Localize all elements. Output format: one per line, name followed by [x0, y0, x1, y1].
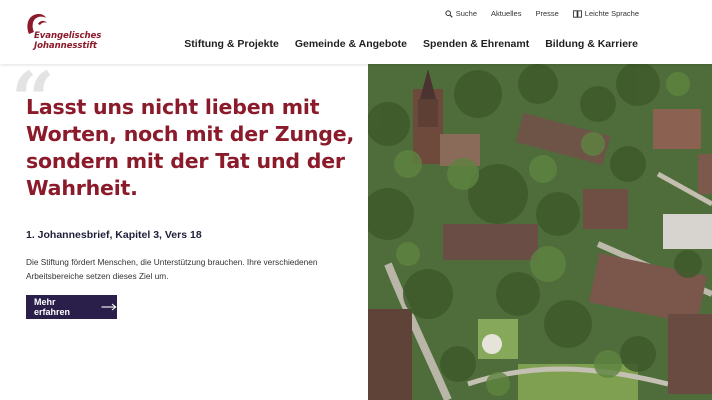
nav-item-spenden[interactable]: Spenden & Ehrenamt — [423, 38, 529, 50]
util-search[interactable]: Suche — [445, 9, 477, 18]
hero-description: Die Stiftung fördert Menschen, die Unter… — [26, 257, 318, 281]
nav-item-gemeinde[interactable]: Gemeinde & Angebote — [295, 38, 407, 50]
nav-item-stiftung[interactable]: Stiftung & Projekte — [184, 38, 279, 50]
logo[interactable]: Evangelisches Johannesstift — [24, 12, 104, 58]
utility-nav: Suche Aktuelles Presse Leichte Sprache — [445, 9, 639, 18]
util-search-label: Suche — [455, 9, 478, 18]
quote-source: 1. Johannesbrief, Kapitel 3, Vers 18 — [26, 229, 202, 241]
more-button-label: Mehr erfahren — [34, 297, 71, 317]
main-nav: Stiftung & Projekte Gemeinde & Angebote … — [184, 38, 638, 50]
hero-aerial-image — [368, 64, 712, 400]
util-aktuelles[interactable]: Aktuelles — [491, 9, 521, 18]
nav-item-bildung[interactable]: Bildung & Karriere — [545, 38, 638, 50]
more-button[interactable]: Mehr erfahren — [26, 295, 117, 319]
util-presse[interactable]: Presse — [535, 9, 558, 18]
util-leichte-sprache-label: Leichte Sprache — [584, 9, 639, 18]
util-leichte-sprache[interactable]: Leichte Sprache — [572, 9, 639, 18]
aerial-photo — [368, 64, 712, 400]
logo-text: Evangelisches Johannesstift — [34, 31, 101, 51]
hero-quote: Lasst uns nicht lieben mit Worten, noch … — [26, 95, 355, 200]
logo-line-2: Johannesstift — [34, 41, 97, 51]
site-header: Evangelisches Johannesstift Suche Aktuel… — [0, 0, 712, 64]
search-icon — [445, 9, 453, 18]
arrow-right-icon — [101, 303, 117, 311]
util-presse-label: Presse — [535, 9, 559, 18]
logo-line-1: Evangelisches — [34, 31, 102, 41]
book-icon — [572, 9, 582, 18]
util-aktuelles-label: Aktuelles — [491, 9, 522, 18]
